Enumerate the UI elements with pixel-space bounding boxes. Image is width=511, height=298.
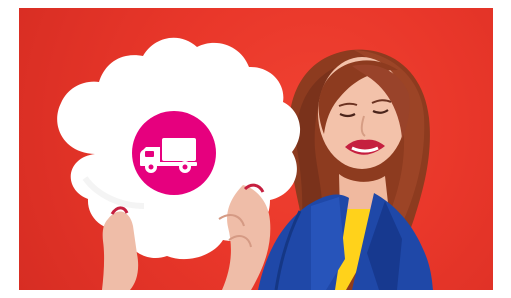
photo-illustration: [57, 37, 433, 290]
promo-photo: [19, 8, 493, 290]
image-frame: [0, 0, 511, 298]
